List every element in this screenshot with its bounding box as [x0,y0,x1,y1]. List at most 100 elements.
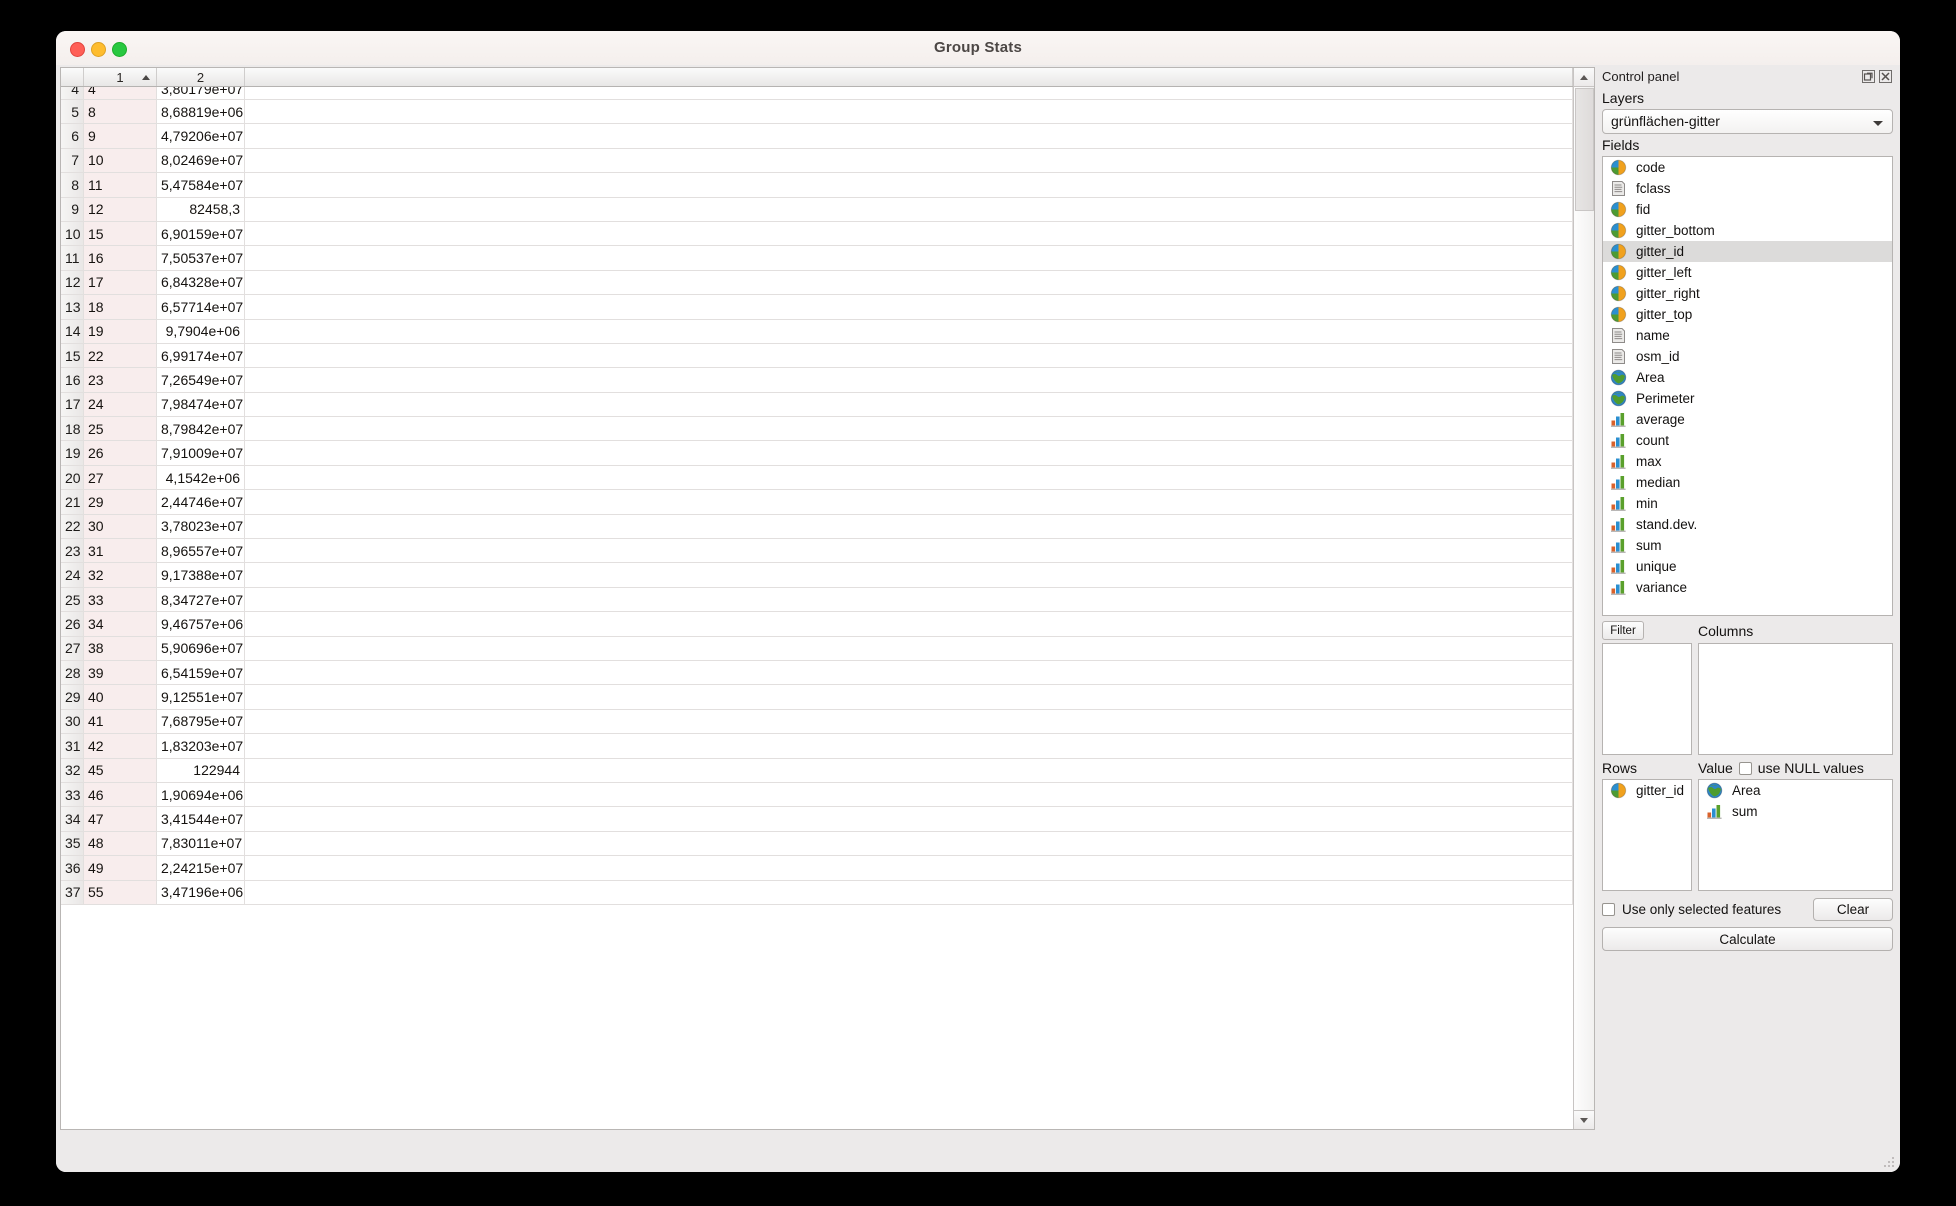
cell-column-1[interactable]: 25 [83,416,157,442]
cell-column-2[interactable]: 3,41544e+07 [156,806,245,832]
calculate-button[interactable]: Calculate [1602,927,1893,951]
field-list-item[interactable]: count [1603,430,1892,451]
cell-column-2[interactable]: 8,96557e+07 [156,538,245,564]
table-row[interactable]: 22 30 3,78023e+07 [61,514,1573,540]
cell-column-1[interactable]: 24 [83,392,157,418]
table-row[interactable]: 17 24 7,98474e+07 [61,392,1573,418]
row-number[interactable]: 9 [61,197,84,222]
row-number[interactable]: 35 [61,831,84,857]
row-number[interactable]: 27 [61,636,84,661]
table-corner-header[interactable] [61,68,84,87]
field-list-item[interactable]: code [1603,157,1892,178]
clear-button[interactable]: Clear [1813,898,1893,921]
cell-column-2[interactable]: 7,83011e+07 [156,831,245,857]
field-list-item[interactable]: average [1603,409,1892,430]
rows-list-item[interactable]: gitter_id [1603,780,1691,801]
cell-column-1[interactable]: 49 [83,855,157,881]
table-row[interactable]: 5 8 8,68819e+06 [61,99,1573,125]
cell-column-1[interactable]: 22 [83,343,157,369]
table-row[interactable]: 36 49 2,24215e+07 [61,855,1573,881]
close-icon[interactable] [1879,70,1892,83]
cell-column-2[interactable]: 3,78023e+07 [156,514,245,540]
field-list-item[interactable]: fid [1603,199,1892,220]
row-number[interactable]: 30 [61,709,84,735]
table-row[interactable]: 21 29 2,44746e+07 [61,489,1573,515]
cell-column-2[interactable]: 1,90694e+06 [156,782,245,808]
cell-column-2[interactable]: 4,79206e+07 [156,123,245,149]
row-number[interactable]: 5 [61,99,84,125]
cell-column-1[interactable]: 38 [83,636,157,661]
cell-column-1[interactable]: 40 [83,684,157,710]
row-number[interactable]: 24 [61,562,84,588]
field-list-item[interactable]: gitter_right [1603,283,1892,304]
field-list-item[interactable]: fclass [1603,178,1892,199]
cell-column-2[interactable]: 7,50537e+07 [156,245,245,271]
cell-column-1[interactable]: 39 [83,660,157,686]
table-vertical-scrollbar[interactable] [1573,68,1594,1129]
window-resize-grip[interactable] [1882,1155,1896,1169]
field-list-item[interactable]: osm_id [1603,346,1892,367]
cell-column-1[interactable]: 18 [83,294,157,320]
cell-column-1[interactable]: 4 [83,86,157,100]
table-row[interactable]: 6 9 4,79206e+07 [61,123,1573,149]
row-number[interactable]: 21 [61,489,84,515]
row-number[interactable]: 11 [61,245,84,271]
cell-column-1[interactable]: 31 [83,538,157,564]
table-row[interactable]: 26 34 9,46757e+06 [61,611,1573,637]
layer-select[interactable]: grünflächen-gitter [1602,109,1893,134]
value-list-item[interactable]: sum [1699,801,1892,822]
cell-column-2[interactable]: 8,68819e+06 [156,99,245,125]
cell-column-1[interactable]: 8 [83,99,157,125]
field-list-item[interactable]: sum [1603,535,1892,556]
row-number[interactable]: 20 [61,465,84,491]
row-number[interactable]: 31 [61,733,84,759]
row-number[interactable]: 16 [61,367,84,393]
table-row[interactable]: 34 47 3,41544e+07 [61,806,1573,832]
cell-column-2[interactable]: 8,34727e+07 [156,587,245,613]
row-number[interactable]: 10 [61,221,84,247]
table-row[interactable]: 28 39 6,54159e+07 [61,660,1573,686]
cell-column-2[interactable]: 3,80179e+07 [156,86,245,100]
cell-column-1[interactable]: 46 [83,782,157,808]
column-header-2[interactable]: 2 [156,68,245,87]
value-list[interactable]: Area sum [1698,779,1893,891]
cell-column-1[interactable]: 30 [83,514,157,540]
row-number[interactable]: 7 [61,148,84,174]
field-list-item[interactable]: gitter_bottom [1603,220,1892,241]
table-row[interactable]: 15 22 6,99174e+07 [61,343,1573,369]
row-number[interactable]: 12 [61,270,84,296]
row-number[interactable]: 19 [61,440,84,466]
table-row[interactable]: 13 18 6,57714e+07 [61,294,1573,320]
row-number[interactable]: 14 [61,319,84,344]
cell-column-2[interactable]: 4,1542e+06 [156,465,245,491]
cell-column-1[interactable]: 27 [83,465,157,491]
row-number[interactable]: 25 [61,587,84,613]
row-number[interactable]: 13 [61,294,84,320]
field-list-item[interactable]: gitter_id [1603,241,1892,262]
cell-column-1[interactable]: 47 [83,806,157,832]
use-null-values-group[interactable]: use NULL values [1738,760,1864,776]
row-number[interactable]: 29 [61,684,84,710]
cell-column-2[interactable]: 6,84328e+07 [156,270,245,296]
cell-column-1[interactable]: 32 [83,562,157,588]
row-number[interactable]: 37 [61,880,84,905]
cell-column-1[interactable]: 34 [83,611,157,637]
cell-column-1[interactable]: 10 [83,148,157,174]
table-row[interactable]: 8 11 5,47584e+07 [61,172,1573,198]
columns-list[interactable] [1698,643,1893,755]
row-number[interactable]: 28 [61,660,84,686]
scroll-down-button[interactable] [1574,1110,1594,1129]
row-number[interactable]: 33 [61,782,84,808]
cell-column-2[interactable]: 9,12551e+07 [156,684,245,710]
use-only-selected-checkbox[interactable] [1602,903,1615,916]
cell-column-1[interactable]: 41 [83,709,157,735]
cell-column-1[interactable]: 9 [83,123,157,149]
table-row[interactable]: 35 48 7,83011e+07 [61,831,1573,857]
cell-column-2[interactable]: 82458,3 [156,197,245,222]
cell-column-2[interactable]: 8,02469e+07 [156,148,245,174]
cell-column-1[interactable]: 26 [83,440,157,466]
field-list-item[interactable]: gitter_top [1603,304,1892,325]
field-list-item[interactable]: max [1603,451,1892,472]
cell-column-2[interactable]: 7,98474e+07 [156,392,245,418]
cell-column-1[interactable]: 16 [83,245,157,271]
